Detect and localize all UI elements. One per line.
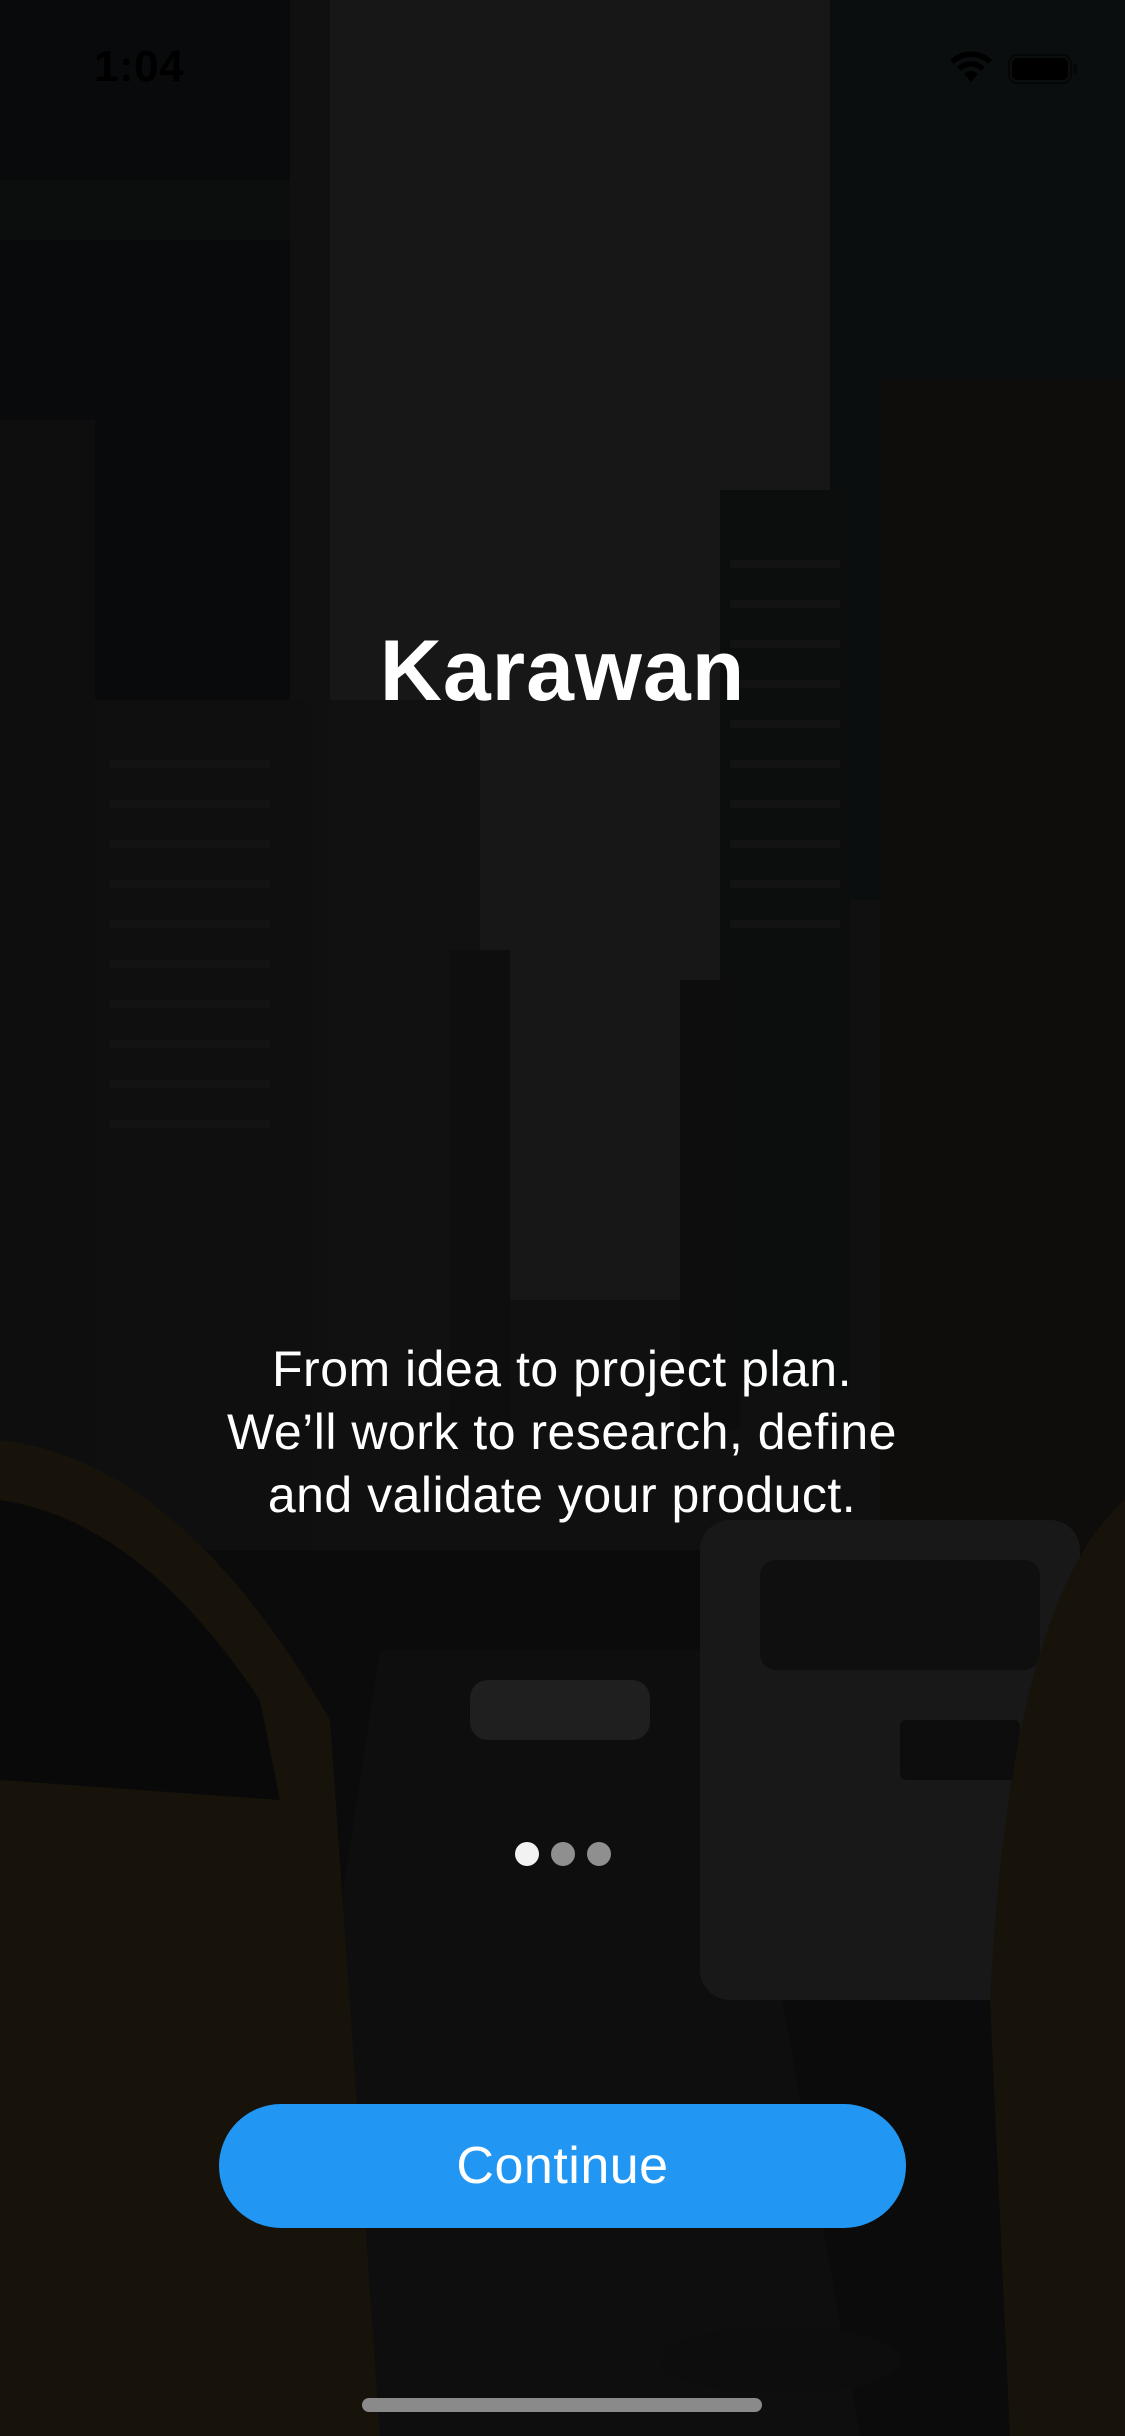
page-dot-1[interactable] [514, 1842, 539, 1866]
home-indicator[interactable] [362, 2398, 762, 2412]
onboarding-tagline: From idea to project plan. We’ll work to… [227, 1341, 897, 1523]
status-time: 1:04 [94, 42, 185, 91]
status-bar: 1:04 [0, 0, 1125, 132]
background-dim-overlay [0, 0, 1125, 2436]
onboarding-screen: 1:04 Karawan From idea to project plan. … [0, 0, 1125, 2436]
app-title: Karawan [379, 623, 746, 719]
wifi-icon [950, 51, 992, 82]
continue-button[interactable]: Continue [219, 2104, 906, 2228]
page-dot-3[interactable] [586, 1842, 611, 1866]
battery-icon [1008, 54, 1077, 84]
page-indicator[interactable] [0, 1842, 1125, 1866]
page-dot-2[interactable] [550, 1842, 575, 1866]
